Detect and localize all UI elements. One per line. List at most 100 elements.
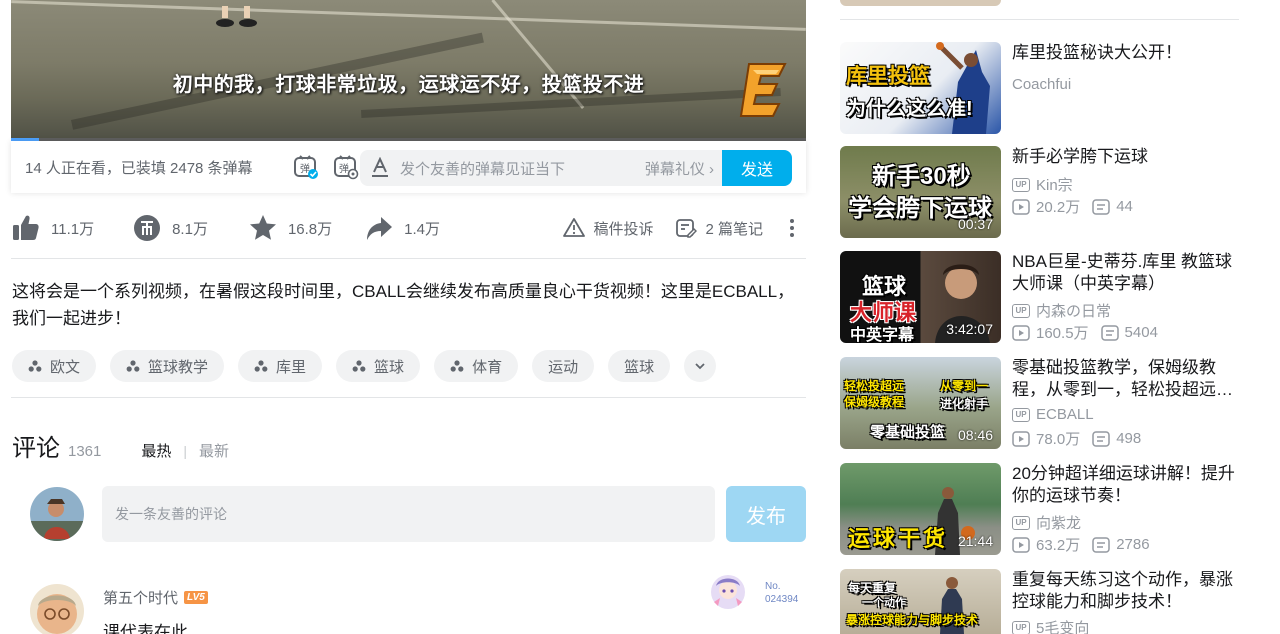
video-thumbnail[interactable]: 每天重复 一个动作 暴涨控球能力与脚步技术 xyxy=(840,569,1001,634)
tag[interactable]: 篮球 xyxy=(608,350,671,382)
thumbnail-text: 为什么这么准! xyxy=(846,98,973,120)
comment-text: 课代表在此 xyxy=(103,623,188,634)
thumbnail-text: 暴涨控球能力与脚步技术 xyxy=(846,613,979,627)
svg-text:弹: 弹 xyxy=(339,162,349,175)
text-style-icon[interactable] xyxy=(370,157,390,179)
recommended-video[interactable]: 库里投篮 为什么这么准! 库里投篮秘诀大公开！ Coachfui xyxy=(840,42,1240,134)
recommended-title[interactable]: 20分钟超详细运球讲解！提升你的运球节奏！ xyxy=(1012,463,1240,507)
sort-hot-tab[interactable]: 最热 xyxy=(141,440,171,461)
share-button[interactable]: 1.4万 xyxy=(364,213,440,243)
thumbnail-text: 运球干货 xyxy=(848,526,949,551)
video-description: 这将会是一个系列视频，在暑假这段时间里，CBALL会继续发布高质量良心干货视频！… xyxy=(12,282,795,328)
up-icon: UP xyxy=(1012,407,1030,422)
recommended-up[interactable]: UP 向紫龙 xyxy=(1012,512,1081,533)
publish-button[interactable]: 发布 xyxy=(726,486,806,542)
video-subtitle: 初中的我，打球非常垃圾，运球运不好，投篮投不进 xyxy=(172,74,645,96)
danmaku-on-icon[interactable]: 弹 xyxy=(293,154,319,180)
recommended-title[interactable]: NBA巨星-史蒂芬.库里 教篮球大师课（中英字幕） xyxy=(1012,251,1240,295)
channel-logo xyxy=(739,63,787,117)
previous-thumbnail[interactable] xyxy=(840,0,1001,6)
recommended-up-name: Kin宗 xyxy=(1036,177,1073,194)
video-duration: 3:42:07 xyxy=(946,321,993,337)
video-thumbnail[interactable]: 篮球 大师课 中英字幕 3:42:07 xyxy=(840,251,1001,343)
video-thumbnail[interactable]: 轻松投超远 保姆级教程 从零到一 进化射手 零基础投篮 08:46 xyxy=(840,357,1001,449)
tag[interactable]: 篮球教学 xyxy=(110,350,225,382)
more-vertical-icon[interactable] xyxy=(781,217,803,239)
toolbar-right: 稿件投诉 2 篇笔记 xyxy=(563,206,806,250)
player-feet xyxy=(216,6,257,27)
danmaku-etiquette-link[interactable]: 弹幕礼仪 › xyxy=(645,158,714,179)
tag[interactable]: 库里 xyxy=(238,350,323,382)
danmaku-count-icon xyxy=(1092,430,1110,447)
recommended-up[interactable]: UP Kin宗 xyxy=(1012,174,1073,195)
recommended-stats: 160.5万 5404 xyxy=(1012,322,1158,343)
chevron-right-icon: › xyxy=(709,160,714,178)
recommended-stats: 78.0万 498 xyxy=(1012,428,1141,449)
like-button[interactable]: 11.1万 xyxy=(11,213,94,243)
divider xyxy=(11,397,806,398)
report-button[interactable]: 稿件投诉 xyxy=(563,217,653,239)
danmaku-count: 498 xyxy=(1116,430,1142,447)
comment-username-text: 第五个时代 xyxy=(103,590,179,607)
recommended-title[interactable]: 新手必学胯下运球 xyxy=(1012,146,1240,168)
recommended-video[interactable]: 每天重复 一个动作 暴涨控球能力与脚步技术 重复每天练习这个动作，暴涨控球能力和… xyxy=(840,569,1240,634)
note-icon xyxy=(676,219,698,238)
thumbnail-text: 新手30秒 xyxy=(872,163,971,190)
commenter-avatar-image xyxy=(30,584,84,634)
user-avatar-image xyxy=(30,487,84,541)
level-badge: LV5 xyxy=(184,591,208,604)
coin-button[interactable]: 8.1万 xyxy=(132,213,208,243)
tag-label: 篮球 xyxy=(624,358,655,376)
video-thumbnail[interactable]: 新手30秒 学会胯下运球 00:37 xyxy=(840,146,1001,238)
recommended-video[interactable]: 运球干货 21:44 20分钟超详细运球讲解！提升你的运球节奏！ UP 向紫龙 6… xyxy=(840,463,1240,555)
thumbnail-text: 保姆级教程 xyxy=(844,395,905,409)
danmaku-count: 44 xyxy=(1116,198,1133,215)
recommended-video[interactable]: 篮球 大师课 中英字幕 3:42:07 NBA巨星-史蒂芬.库里 教篮球大师课（… xyxy=(840,251,1240,343)
tag[interactable]: 运动 xyxy=(532,350,595,382)
danmaku-input[interactable]: 发个友善的弹幕见证当下 弹幕礼仪 › xyxy=(360,150,722,186)
video-thumbnail[interactable]: 库里投篮 为什么这么准! xyxy=(840,42,1001,134)
recommended-up[interactable]: UP 5毛变向 xyxy=(1012,617,1089,634)
recommended-up[interactable]: UP ECBALL xyxy=(1012,406,1094,423)
comment-username[interactable]: 第五个时代 LV5 xyxy=(103,587,208,608)
recommended-video[interactable]: 轻松投超远 保姆级教程 从零到一 进化射手 零基础投篮 08:46 零基础投篮教… xyxy=(840,357,1240,449)
thumbnail-text: 从零到一 xyxy=(940,379,989,393)
tag-label: 库里 xyxy=(276,358,307,376)
tag-label: 运动 xyxy=(548,358,579,376)
danmaku-count-icon xyxy=(1092,198,1110,215)
tag-list: 欧文 篮球教学 库里 篮球 体育 运动 篮球 xyxy=(12,350,802,382)
recommended-video[interactable]: 新手30秒 学会胯下运球 00:37 新手必学胯下运球 UP Kin宗 20.2万… xyxy=(840,146,1240,238)
recommended-title[interactable]: 零基础投篮教学，保姆级教程，从零到一，轻松投超远… xyxy=(1012,357,1240,401)
thumbnail-text: 轻松投超远 xyxy=(844,379,905,393)
video-duration: 21:44 xyxy=(957,533,993,549)
danmaku-placeholder: 发个友善的弹幕见证当下 xyxy=(400,160,566,178)
topic-dots-icon xyxy=(450,360,464,372)
coin-icon xyxy=(134,215,161,241)
avatar[interactable] xyxy=(30,584,84,634)
tags-expand-button[interactable] xyxy=(684,350,717,382)
play-icon xyxy=(1012,198,1030,215)
recommended-up[interactable]: UP 内森の日常 xyxy=(1012,300,1111,321)
favorite-button[interactable]: 16.8万 xyxy=(248,213,332,243)
comment-input[interactable]: 发一条友善的评论 xyxy=(102,486,715,542)
tag-label: 欧文 xyxy=(50,358,81,376)
tag[interactable]: 体育 xyxy=(434,350,519,382)
video-thumbnail[interactable]: 运球干货 21:44 xyxy=(840,463,1001,555)
divider xyxy=(840,19,1239,20)
notes-button[interactable]: 2 篇笔记 xyxy=(675,217,763,239)
recommended-title[interactable]: 库里投篮秘诀大公开！ xyxy=(1012,42,1240,64)
danmaku-settings-icon[interactable]: 弹 xyxy=(333,154,359,180)
topic-dots-icon xyxy=(126,360,140,372)
up-icon: UP xyxy=(1012,177,1030,192)
tag[interactable]: 篮球 xyxy=(336,350,421,382)
recommended-up-name: 内森の日常 xyxy=(1036,303,1112,320)
sort-new-tab[interactable]: 最新 xyxy=(199,440,229,461)
comment-count: 1361 xyxy=(68,443,102,460)
recommended-up[interactable]: Coachfui xyxy=(1012,76,1071,93)
thumbnail-text: 零基础投篮 xyxy=(870,424,946,441)
tag[interactable]: 欧文 xyxy=(12,350,97,382)
recommended-title[interactable]: 重复每天练习这个动作，暴涨控球能力和脚步技术！ xyxy=(1012,569,1240,613)
danmaku-send-button[interactable]: 发送 xyxy=(722,150,792,186)
video-player[interactable]: 初中的我，打球非常垃圾，运球运不好，投篮投不进 xyxy=(11,0,806,141)
avatar[interactable] xyxy=(30,487,84,541)
